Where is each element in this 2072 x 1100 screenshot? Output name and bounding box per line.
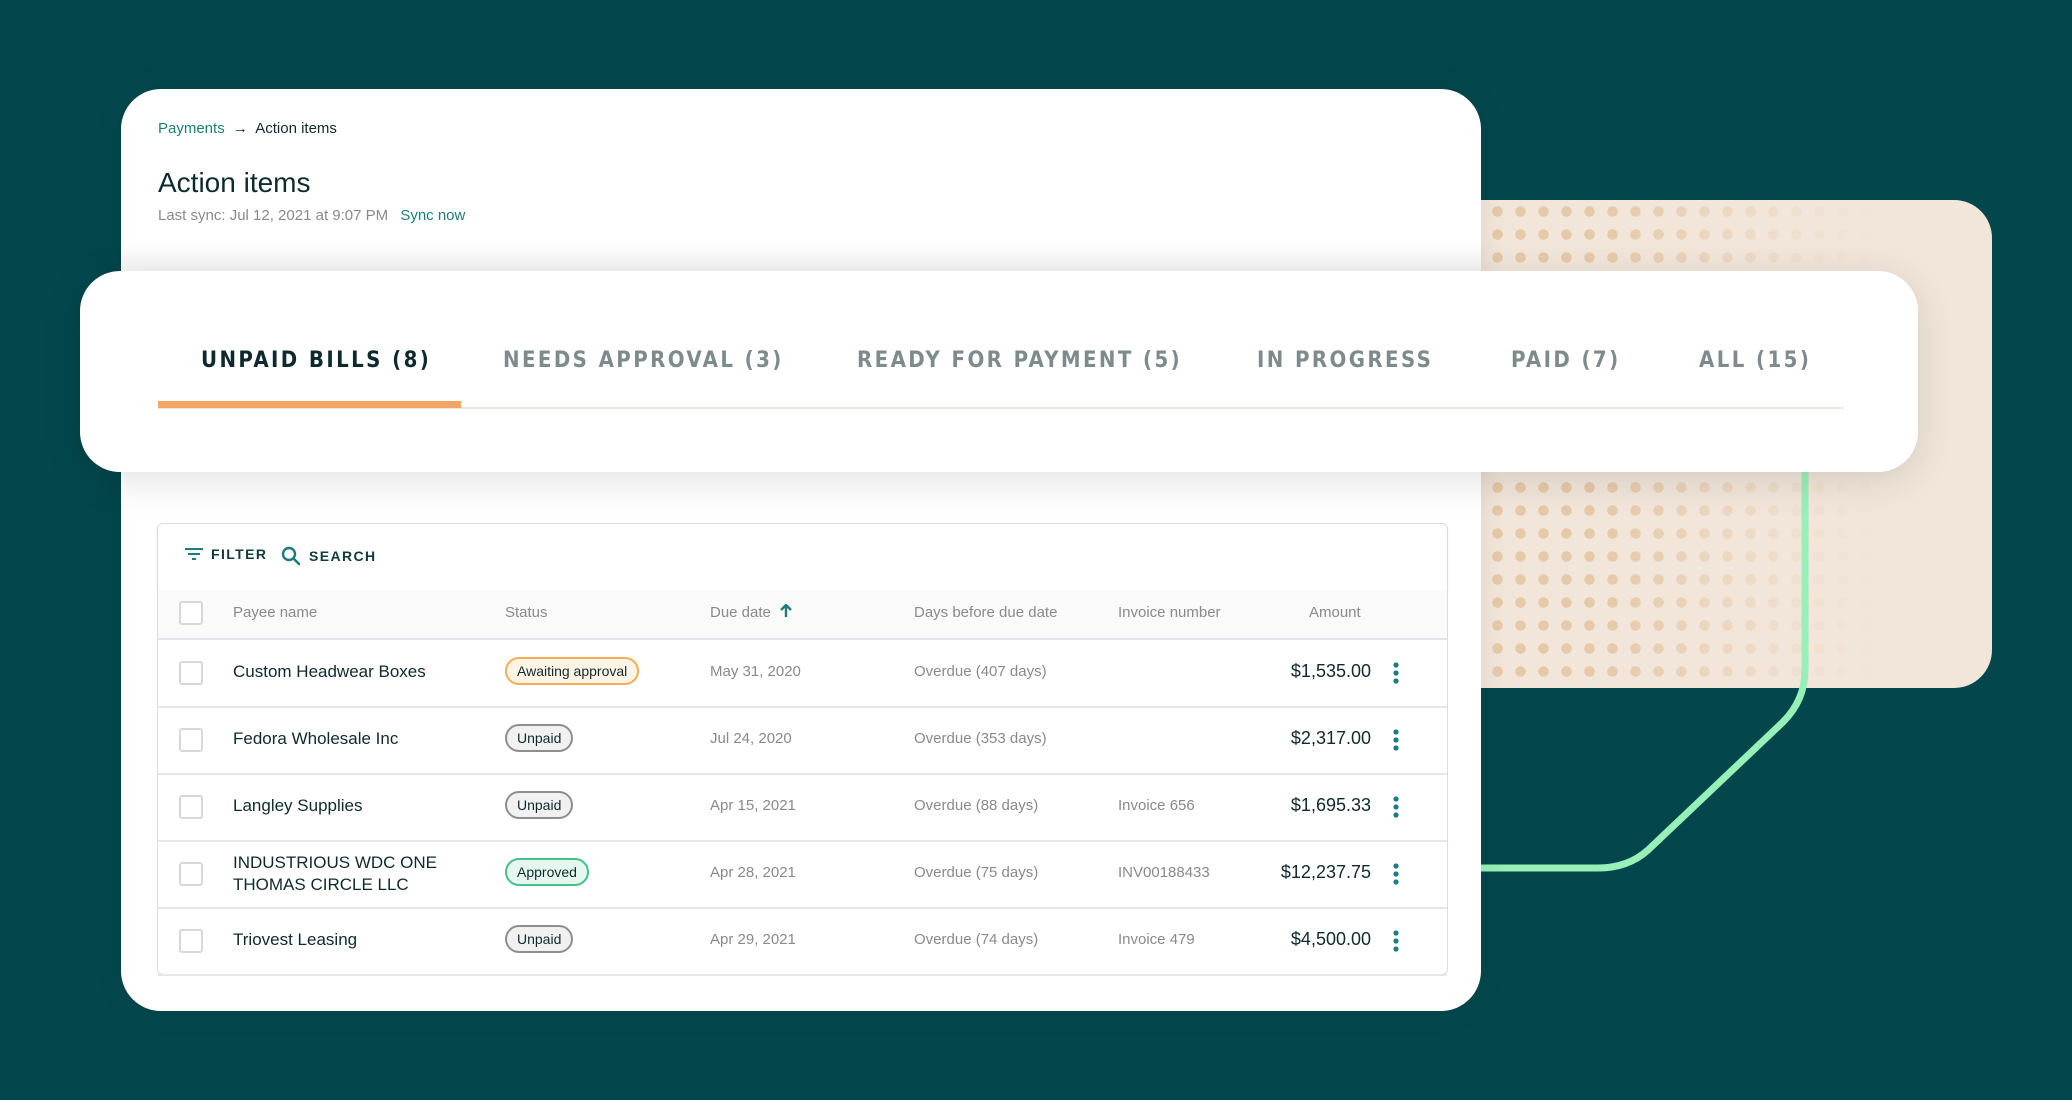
amount: $1,535.00 — [1290, 661, 1371, 681]
days-before-due: Overdue (353 days) — [914, 730, 1047, 747]
table-row[interactable]: Custom Headwear Boxes Awaiting approval Ma… — [158, 640, 1447, 708]
breadcrumb-payments-link[interactable]: Payments — [158, 120, 225, 137]
search-label: SEARCH — [309, 548, 377, 564]
days-before-due: Overdue (74 days) — [914, 931, 1039, 948]
tab-in-progress[interactable]: IN PROGRESS — [1257, 348, 1433, 373]
table-row[interactable]: Triovest Leasing Unpaid Apr 29, 2021 Overdu… — [158, 908, 1447, 976]
page-title: Action items — [158, 167, 311, 198]
status-badge: Awaiting approval — [505, 657, 640, 685]
bills-table: FILTER SEARCH Payee name Status Due date… — [157, 523, 1448, 976]
payee-name[interactable]: Custom Headwear Boxes — [233, 661, 426, 683]
column-header-amount[interactable]: Amount — [1309, 604, 1361, 621]
sync-now-link[interactable]: Sync now — [400, 207, 465, 224]
payee-name[interactable]: Triovest Leasing — [233, 929, 357, 951]
column-header-due-date[interactable]: Due date — [710, 603, 793, 621]
filter-label: FILTER — [211, 546, 268, 562]
column-header-invoice-number[interactable]: Invoice number — [1118, 604, 1221, 621]
status-badge: Unpaid — [505, 791, 574, 819]
amount: $12,237.75 — [1280, 862, 1371, 882]
table-header: Payee name Status Due date Days before d… — [158, 590, 1447, 640]
column-header-status[interactable]: Status — [505, 604, 548, 621]
amount: $2,317.00 — [1290, 728, 1371, 748]
row-checkbox[interactable] — [179, 728, 203, 752]
filter-button[interactable]: FILTER — [185, 546, 267, 562]
table-row[interactable]: Langley Supplies Unpaid Apr 15, 2021 Overdu… — [158, 774, 1447, 842]
payee-name[interactable]: Fedora Wholesale Inc — [233, 728, 398, 750]
active-tab-indicator — [158, 401, 461, 408]
search-icon — [281, 546, 301, 566]
row-checkbox[interactable] — [179, 862, 203, 886]
sync-status: Last sync: Jul 12, 2021 at 9:07 PM Sync … — [158, 207, 465, 224]
days-before-due: Overdue (88 days) — [914, 797, 1039, 814]
more-options-icon[interactable] — [1391, 862, 1401, 886]
due-date-label: Due date — [710, 604, 771, 621]
last-sync-text: Last sync: Jul 12, 2021 at 9:07 PM — [158, 207, 389, 224]
status-badge: Approved — [505, 858, 589, 886]
tab-ready-for-payment[interactable]: READY FOR PAYMENT (5) — [857, 348, 1182, 373]
due-date: Jul 24, 2020 — [710, 730, 792, 747]
more-options-icon[interactable] — [1391, 795, 1401, 819]
status-badge: Unpaid — [505, 724, 574, 752]
amount: $1,695.33 — [1290, 795, 1371, 815]
tab-bar-card: UNPAID BILLS (8) NEEDS APPROVAL (3) READ… — [80, 271, 1918, 472]
payee-name[interactable]: INDUSTRIOUS WDC ONE THOMAS CIRCLE LLC — [233, 852, 463, 896]
tab-all[interactable]: ALL (15) — [1699, 348, 1811, 373]
row-checkbox[interactable] — [179, 661, 203, 685]
due-date: May 31, 2020 — [710, 663, 801, 680]
table-row[interactable]: Fedora Wholesale Inc Unpaid Jul 24, 2020 Ov… — [158, 707, 1447, 775]
breadcrumb: Payments → Action items — [158, 120, 337, 137]
tab-paid[interactable]: PAID (7) — [1511, 348, 1621, 373]
due-date: Apr 29, 2021 — [710, 931, 796, 948]
row-checkbox[interactable] — [179, 929, 203, 953]
filter-icon — [185, 548, 203, 560]
tab-bar: UNPAID BILLS (8) NEEDS APPROVAL (3) READ… — [158, 271, 1844, 409]
invoice-number: INV00188433 — [1118, 864, 1210, 881]
more-options-icon[interactable] — [1391, 929, 1401, 953]
main-card: Payments → Action items Action items Las… — [121, 89, 1481, 1011]
arrow-up-icon — [780, 603, 792, 617]
more-options-icon[interactable] — [1391, 728, 1401, 752]
invoice-number: Invoice 656 — [1118, 797, 1195, 814]
search-button[interactable]: SEARCH — [281, 546, 377, 566]
select-all-checkbox[interactable] — [179, 601, 203, 625]
column-header-days-before-due[interactable]: Days before due date — [914, 604, 1057, 621]
arrow-right-icon: → — [232, 120, 248, 137]
table-row[interactable]: INDUSTRIOUS WDC ONE THOMAS CIRCLE LLC App… — [158, 841, 1447, 909]
column-header-payee[interactable]: Payee name — [233, 604, 317, 621]
due-date: Apr 28, 2021 — [710, 864, 796, 881]
payee-name[interactable]: Langley Supplies — [233, 795, 362, 817]
more-options-icon[interactable] — [1391, 661, 1401, 685]
table-toolbar: FILTER SEARCH — [158, 524, 1447, 591]
invoice-number: Invoice 479 — [1118, 931, 1195, 948]
tab-needs-approval[interactable]: NEEDS APPROVAL (3) — [503, 348, 784, 373]
status-badge: Unpaid — [505, 925, 574, 953]
breadcrumb-current: Action items — [255, 120, 337, 137]
amount: $4,500.00 — [1290, 929, 1371, 949]
tab-unpaid-bills[interactable]: UNPAID BILLS (8) — [201, 348, 431, 373]
row-checkbox[interactable] — [179, 795, 203, 819]
days-before-due: Overdue (75 days) — [914, 864, 1039, 881]
days-before-due: Overdue (407 days) — [914, 663, 1047, 680]
due-date: Apr 15, 2021 — [710, 797, 796, 814]
